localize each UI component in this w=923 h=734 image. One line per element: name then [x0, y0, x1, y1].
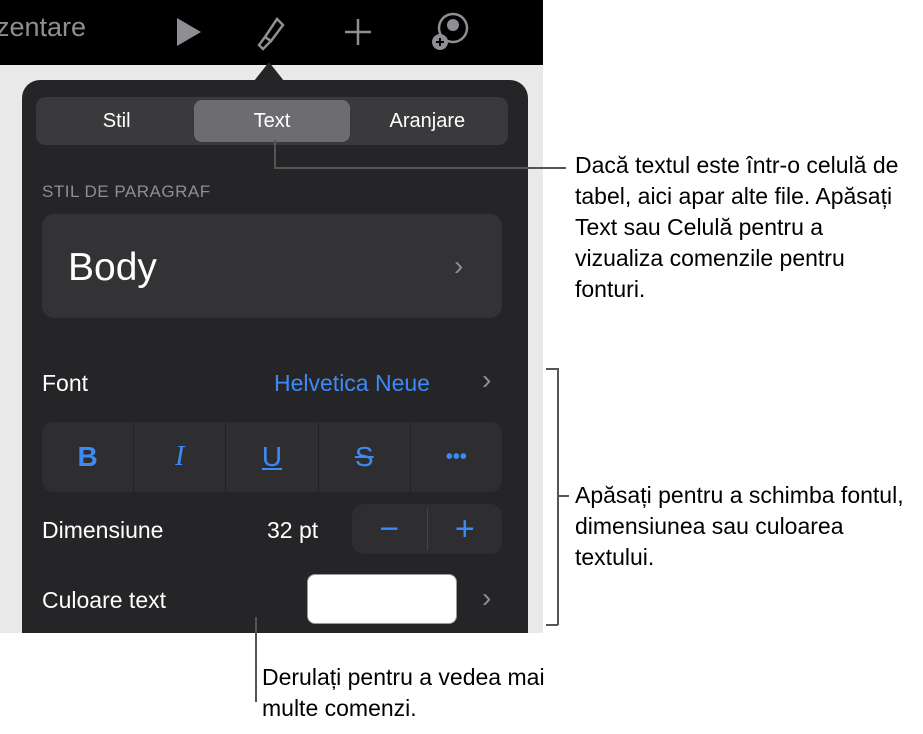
- size-value: 32 pt: [267, 517, 319, 543]
- more-options-button[interactable]: •••: [409, 422, 502, 492]
- play-icon[interactable]: [168, 12, 208, 52]
- font-value[interactable]: Helvetica Neue: [274, 370, 430, 397]
- paragraph-style-button[interactable]: Body ›: [42, 214, 502, 318]
- tab-aranjare[interactable]: Aranjare: [350, 100, 505, 142]
- underline-button[interactable]: U: [225, 422, 317, 492]
- text-color-label: Culoare text: [42, 587, 167, 613]
- increase-size-button[interactable]: +: [428, 504, 503, 554]
- toolbar: zentare: [0, 0, 543, 65]
- strikethrough-button[interactable]: S: [317, 422, 410, 492]
- paragraph-style-value: Body: [68, 246, 157, 289]
- font-label: Font: [42, 370, 89, 396]
- callout-line: [274, 140, 276, 168]
- chevron-right-icon[interactable]: ›: [482, 364, 491, 396]
- bracket: [546, 624, 558, 626]
- format-buttons: B I U S •••: [42, 422, 502, 492]
- callout-controls: Apăsați pentru a schimba fontul, dimensi…: [575, 482, 904, 570]
- tab-bar: Stil Text Aranjare: [36, 97, 508, 145]
- text-color-swatch[interactable]: [307, 574, 457, 624]
- bold-button[interactable]: B: [42, 422, 133, 492]
- decrease-size-button[interactable]: −: [352, 504, 427, 554]
- paragraph-style-label: STIL DE PARAGRAF: [42, 182, 211, 201]
- tab-stil[interactable]: Stil: [39, 100, 194, 142]
- callout-line: [274, 167, 566, 169]
- callout-line: [557, 495, 569, 497]
- italic-button[interactable]: I: [133, 422, 225, 492]
- document-title: zentare: [0, 12, 87, 42]
- callout-tabs: Dacă textul este într-o celulă de tabel,…: [575, 152, 899, 302]
- callout-scroll: Derulați pentru a vedea mai multe comenz…: [262, 664, 545, 721]
- plus-icon[interactable]: [338, 12, 378, 52]
- tab-text[interactable]: Text: [194, 100, 350, 142]
- size-label: Dimensiune: [42, 517, 164, 543]
- chevron-right-icon: ›: [454, 250, 464, 281]
- add-collaborator-icon[interactable]: [430, 12, 470, 52]
- size-stepper: − +: [352, 504, 502, 554]
- chevron-right-icon[interactable]: ›: [482, 582, 491, 614]
- popover-arrow: [254, 62, 284, 81]
- bracket: [557, 368, 559, 625]
- callout-line: [255, 617, 257, 702]
- paintbrush-icon[interactable]: [248, 12, 288, 52]
